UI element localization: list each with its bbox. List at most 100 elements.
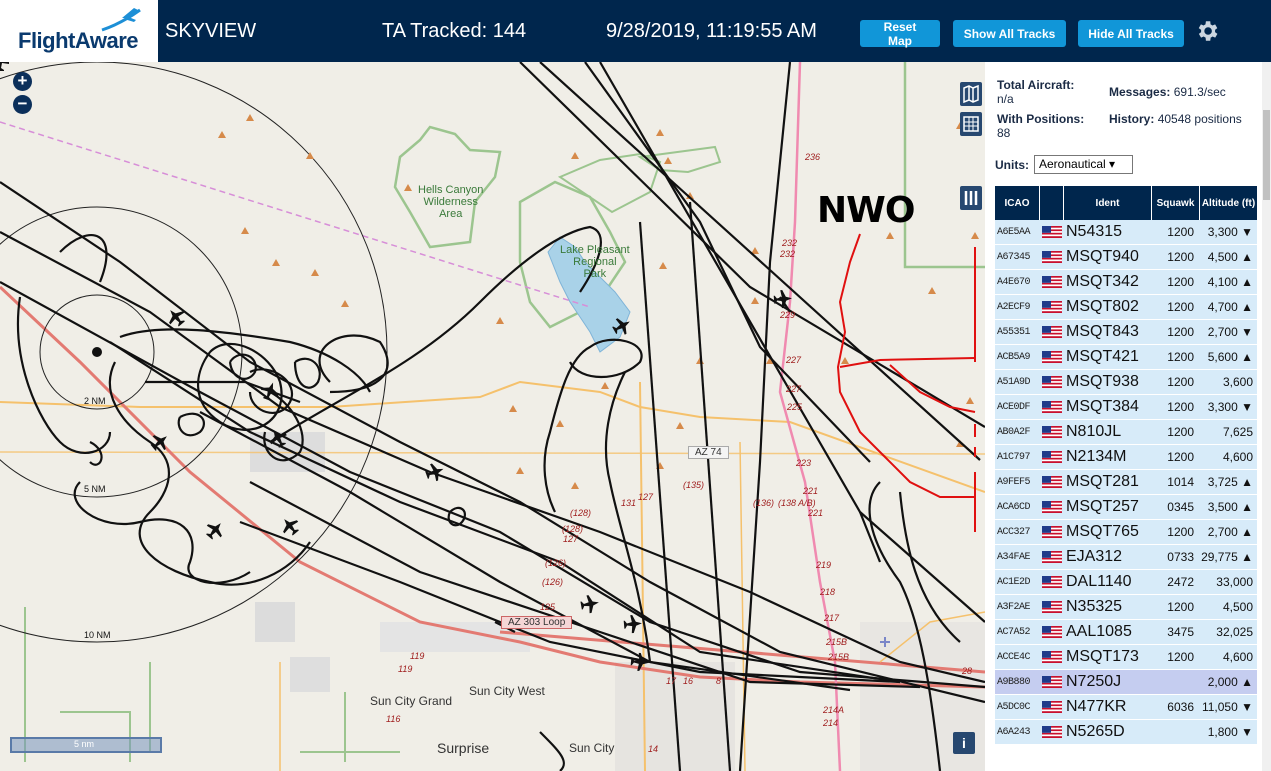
hells-canyon-label: Hells Canyon Wilderness Area	[418, 184, 484, 220]
exit-label: (126)	[545, 558, 567, 568]
row-flag	[1040, 676, 1064, 688]
row-ident: N477KR	[1066, 698, 1127, 715]
us-flag-icon	[1042, 476, 1062, 488]
lake-pleasant-label: Lake Pleasant Regional Park	[560, 244, 630, 280]
row-ident: N5265D	[1066, 723, 1125, 740]
map-canvas[interactable]	[0, 62, 985, 771]
col-squawk[interactable]: Squawk	[1152, 186, 1200, 220]
row-icao: A9FEF5	[997, 476, 1031, 488]
row-flag	[1040, 726, 1064, 738]
map-layers-icon[interactable]	[960, 82, 982, 106]
map-view[interactable]: Hells Canyon Wilderness Area Lake Pleasant…	[0, 62, 985, 771]
row-icao: A51A9D	[997, 376, 1031, 388]
table-row[interactable]: A51A9D MSQT938 1200 3,600	[995, 370, 1257, 395]
columns-icon[interactable]	[960, 186, 982, 210]
row-flag	[1040, 226, 1064, 238]
row-squawk: 1200	[1167, 350, 1194, 364]
table-row[interactable]: ACC327 MSQT765 1200 2,700 ▲	[995, 520, 1257, 545]
table-row[interactable]: A9FEF5 MSQT281 1014 3,725 ▲	[995, 470, 1257, 495]
zoom-out-button[interactable]: −	[13, 95, 32, 114]
show-all-tracks-button[interactable]: Show All Tracks	[953, 20, 1066, 47]
row-icao: AC7A52	[997, 626, 1031, 638]
exit-label: 16	[683, 676, 694, 686]
table-row[interactable]: A55351 MSQT843 1200 2,700 ▼	[995, 320, 1257, 345]
table-row[interactable]: A6A243 N5265D 1,800 ▼	[995, 720, 1257, 745]
row-squawk: 1200	[1167, 450, 1194, 464]
table-row[interactable]: AB0A2F N810JL 1200 7,625	[995, 420, 1257, 445]
exit-label: 215B	[826, 637, 848, 647]
col-icao[interactable]: ICAO	[995, 186, 1040, 220]
row-flag	[1040, 476, 1064, 488]
az74-shield: AZ 74	[688, 446, 729, 459]
us-flag-icon	[1042, 301, 1062, 313]
messages-stat: Messages: 691.3/sec	[1109, 85, 1226, 99]
row-icao: ACA6CD	[997, 501, 1031, 513]
table-row[interactable]: ACE0DF MSQT384 1200 3,300 ▼	[995, 395, 1257, 420]
exit-label: 232	[780, 249, 796, 259]
row-ident: MSQT940	[1066, 248, 1139, 265]
grid-icon[interactable]	[960, 112, 982, 136]
row-flag	[1040, 301, 1064, 313]
table-row[interactable]: A9B880 N7250J 2,000 ▲	[995, 670, 1257, 695]
col-ident[interactable]: Ident	[1064, 186, 1152, 220]
row-ident: DAL1140	[1066, 573, 1132, 590]
exit-label: (126)	[542, 577, 564, 587]
table-row[interactable]: A1C797 N2134M 1200 4,600	[995, 445, 1257, 470]
flightaware-logo[interactable]: FlightAware	[0, 0, 158, 62]
table-row[interactable]: AC1E2D DAL1140 2472 33,000	[995, 570, 1257, 595]
row-ident: MSQT938	[1066, 373, 1139, 390]
row-flag	[1040, 501, 1064, 513]
tracked-count: TA Tracked: 144	[382, 20, 527, 42]
exit-label: 227	[786, 384, 802, 394]
gear-icon[interactable]	[1194, 18, 1220, 44]
table-row[interactable]: A2ECF9 MSQT802 1200 4,700 ▲	[995, 295, 1257, 320]
row-icao: ACE0DF	[997, 401, 1031, 413]
exit-label: 8	[716, 676, 722, 686]
table-row[interactable]: A3F2AE N35325 1200 4,500	[995, 595, 1257, 620]
az303-shield: AZ 303 Loop	[501, 616, 573, 629]
row-ident: MSQT843	[1066, 323, 1139, 340]
table-row[interactable]: A34FAE EJA312 0733 29,775 ▲	[995, 545, 1257, 570]
row-icao: A1C797	[997, 451, 1031, 463]
table-row[interactable]: ACA6CD MSQT257 0345 3,500 ▲	[995, 495, 1257, 520]
row-ident: N810JL	[1066, 423, 1122, 440]
info-button[interactable]: i	[953, 732, 975, 754]
row-altitude: 4,600	[1222, 450, 1253, 464]
hide-all-tracks-button[interactable]: Hide All Tracks	[1078, 20, 1184, 47]
table-body: A6E5AA N54315 1200 3,300 ▼ A67345 MSQT940 1200…	[995, 220, 1257, 745]
col-altitude[interactable]: Altitude (ft)	[1200, 186, 1257, 220]
row-ident: MSQT281	[1066, 473, 1139, 490]
table-row[interactable]: A4E670 MSQT342 1200 4,100 ▲	[995, 270, 1257, 295]
with-positions-value: 88	[997, 126, 1011, 140]
table-row[interactable]: ACB5A9 MSQT421 1200 5,600 ▲	[995, 345, 1257, 370]
row-altitude: 4,700 ▲	[1207, 300, 1253, 314]
us-flag-icon	[1042, 601, 1062, 613]
table-row[interactable]: A5DC0C N477KR 6036 11,050 ▼	[995, 695, 1257, 720]
row-flag	[1040, 526, 1064, 538]
messages-value: 691.3/sec	[1173, 85, 1226, 99]
row-altitude: 33,000	[1216, 575, 1253, 589]
row-squawk: 0345	[1167, 500, 1194, 514]
reset-map-button[interactable]: Reset Map	[860, 20, 940, 48]
table-row[interactable]: A67345 MSQT940 1200 4,500 ▲	[995, 245, 1257, 270]
ring-10nm-label: 10 NM	[84, 630, 111, 640]
row-altitude: 2,700 ▲	[1207, 525, 1253, 539]
exit-label: 219	[816, 560, 832, 570]
row-squawk: 6036	[1167, 700, 1194, 714]
us-flag-icon	[1042, 651, 1062, 663]
table-row[interactable]: ACCE4C MSQT173 1200 4,600	[995, 645, 1257, 670]
exit-label: 215B	[828, 652, 850, 662]
surprise-label: Surprise	[437, 740, 490, 756]
table-row[interactable]: A6E5AA N54315 1200 3,300 ▼	[995, 220, 1257, 245]
units-select[interactable]: Aeronautical ▾	[1034, 155, 1133, 174]
table-row[interactable]: AC7A52 AAL1085 3475 32,025	[995, 620, 1257, 645]
ring-5nm-label: 5 NM	[84, 484, 106, 494]
row-squawk: 1200	[1167, 375, 1194, 389]
row-flag	[1040, 401, 1064, 413]
us-flag-icon	[1042, 526, 1062, 538]
scrollbar-thumb[interactable]	[1263, 110, 1270, 200]
zoom-in-button[interactable]: +	[13, 72, 32, 91]
history-stat: History: 40548 positions	[1109, 112, 1249, 126]
row-altitude: 1,800 ▼	[1207, 725, 1253, 739]
exit-label: 218	[820, 587, 836, 597]
